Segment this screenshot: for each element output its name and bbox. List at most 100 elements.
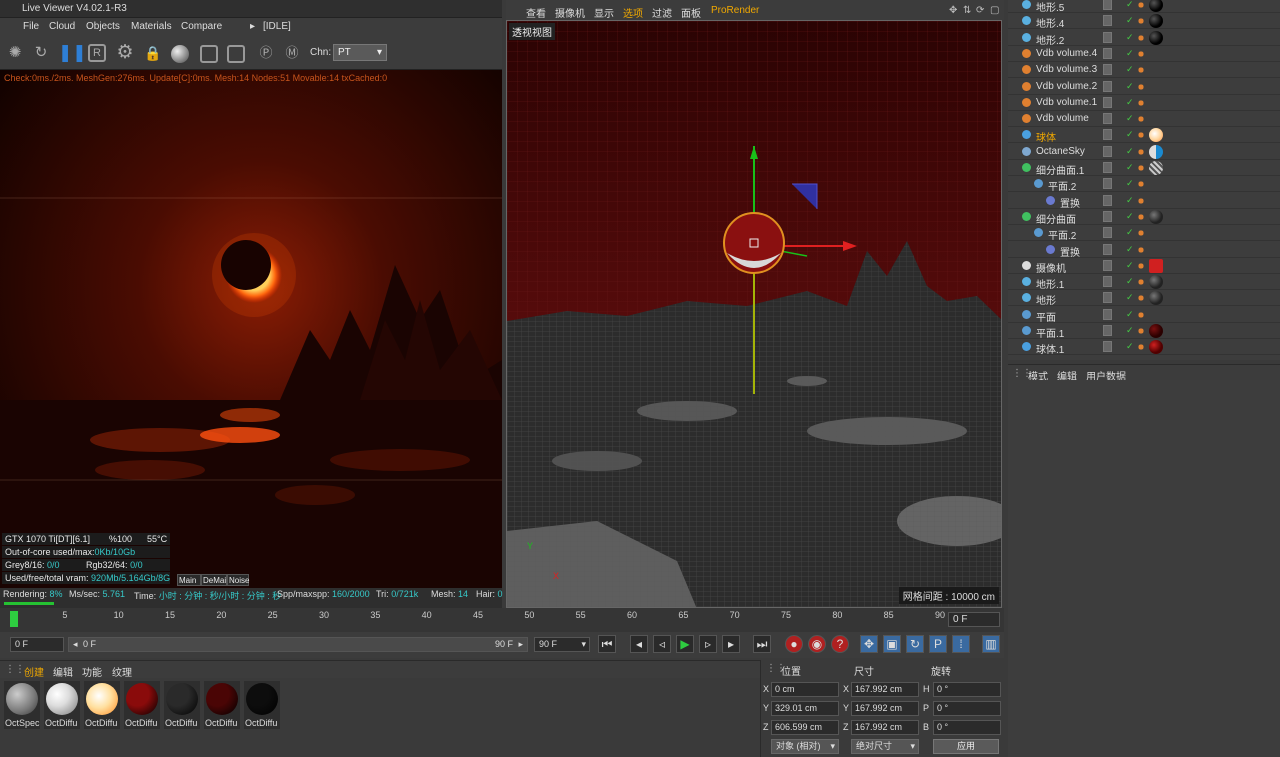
settings-gear-icon[interactable]: ⚙: [114, 42, 136, 64]
layer-tag-icon[interactable]: [1103, 80, 1112, 92]
tag-icon[interactable]: [1135, 31, 1147, 44]
rot-h-field[interactable]: 0 °: [933, 682, 1001, 697]
tag-icon[interactable]: [1135, 178, 1147, 191]
key-position-icon[interactable]: ✥: [860, 635, 878, 653]
visibility-check-icon[interactable]: ✓: [1126, 48, 1134, 59]
coord-mode-dropdown[interactable]: 对象 (相对) ▾: [771, 739, 839, 754]
visibility-check-icon[interactable]: ✓: [1126, 32, 1134, 43]
mat-tab-texture[interactable]: 纹理: [112, 664, 132, 679]
size-y-field[interactable]: 167.992 cm: [851, 701, 919, 716]
mat-grip-icon[interactable]: ⋮⋮: [5, 664, 25, 675]
object-row[interactable]: OctaneSky ✓: [1008, 144, 1280, 160]
restart-render-icon[interactable]: ↻: [30, 42, 52, 64]
mat-tab-edit[interactable]: 编辑: [53, 664, 73, 679]
tag-icon[interactable]: [1135, 325, 1147, 337]
object-row[interactable]: 细分曲面 ✓: [1008, 209, 1280, 226]
material-tag-icon[interactable]: [1149, 324, 1163, 338]
vp-maximize-icon[interactable]: ▢: [990, 5, 999, 16]
pass-noise-tab[interactable]: Noise: [227, 574, 249, 586]
pause-icon[interactable]: ❚❚: [58, 42, 87, 64]
layer-tag-icon[interactable]: [1103, 325, 1112, 336]
tag-icon[interactable]: [1135, 80, 1147, 93]
material-thumbnail[interactable]: OctDiffu: [204, 681, 240, 729]
object-row[interactable]: 摄像机 ✓: [1008, 258, 1280, 275]
layer-tag-icon[interactable]: [1103, 162, 1112, 173]
mat-tab-function[interactable]: 功能: [82, 664, 102, 679]
expand-arrow-icon[interactable]: ▸: [250, 21, 255, 32]
key-scale-icon[interactable]: ▣: [883, 635, 901, 653]
material-thumbnail[interactable]: OctDiffu: [84, 681, 120, 729]
vp-move-icon[interactable]: ✥: [949, 5, 957, 16]
object-row[interactable]: 地形.2 ✓: [1008, 30, 1280, 47]
material-tag-icon[interactable]: [1149, 275, 1163, 290]
tag-icon[interactable]: [1135, 341, 1147, 354]
octane-logo-icon[interactable]: ✺: [4, 42, 26, 64]
visibility-check-icon[interactable]: ✓: [1126, 81, 1134, 92]
visibility-check-icon[interactable]: ✓: [1126, 113, 1134, 124]
visibility-check-icon[interactable]: ✓: [1126, 325, 1134, 336]
tag-icon[interactable]: [1135, 162, 1147, 174]
visibility-check-icon[interactable]: ✓: [1126, 260, 1134, 271]
object-row[interactable]: 平面.2 ✓: [1008, 225, 1280, 242]
object-row[interactable]: Vdb volume.4 ✓: [1008, 46, 1280, 62]
material-tag-icon[interactable]: [1149, 161, 1163, 175]
pass-demain-tab[interactable]: DeMain: [201, 574, 227, 586]
material-tag-icon[interactable]: [1149, 144, 1163, 159]
tag-icon[interactable]: [1135, 227, 1147, 240]
next-key-icon[interactable]: ▸: [722, 635, 740, 653]
vp-menu-view[interactable]: 查看: [526, 5, 546, 20]
tag-icon[interactable]: [1135, 308, 1147, 321]
viewport-frame-icon[interactable]: [200, 45, 218, 63]
object-row[interactable]: Vdb volume ✓: [1008, 111, 1280, 128]
render-view[interactable]: [0, 70, 502, 588]
layer-tag-icon[interactable]: [1103, 194, 1112, 206]
tag-icon[interactable]: [1135, 276, 1147, 289]
menu-compare[interactable]: Compare: [181, 21, 222, 32]
material-thumbnail[interactable]: OctSpec: [4, 681, 40, 729]
visibility-check-icon[interactable]: ✓: [1126, 309, 1134, 320]
layer-tag-icon[interactable]: [1103, 341, 1112, 353]
material-thumbnail[interactable]: OctDiffu: [244, 681, 280, 729]
menu-objects[interactable]: Objects: [86, 21, 120, 32]
timeline-playhead[interactable]: [10, 611, 18, 627]
material-thumbnail[interactable]: OctDiffu: [44, 681, 80, 729]
key-rotation-icon[interactable]: ↻: [906, 635, 924, 653]
vp-dolly-icon[interactable]: ⇅: [963, 5, 971, 16]
menu-cloud[interactable]: Cloud: [49, 21, 75, 32]
tag-icon[interactable]: [1135, 96, 1147, 109]
object-row[interactable]: 平面.1 ✓: [1008, 323, 1280, 340]
layer-tag-icon[interactable]: [1103, 31, 1112, 43]
visibility-check-icon[interactable]: ✓: [1126, 15, 1134, 26]
tag-icon[interactable]: [1135, 259, 1147, 272]
tag-icon[interactable]: [1135, 0, 1147, 11]
vp-menu-filter[interactable]: 过滤: [652, 5, 672, 20]
vp-rotate-icon[interactable]: ⟳: [976, 5, 984, 16]
visibility-check-icon[interactable]: ✓: [1126, 0, 1134, 10]
rot-p-field[interactable]: 0 °: [933, 701, 1001, 716]
pass-main-tab[interactable]: Main: [177, 574, 201, 586]
object-row[interactable]: 地形.5 ✓: [1008, 0, 1280, 14]
compare-frame-icon[interactable]: [227, 45, 245, 63]
timeline-editor-icon[interactable]: ▥: [982, 635, 1000, 653]
tag-icon[interactable]: [1135, 64, 1147, 77]
visibility-check-icon[interactable]: ✓: [1126, 178, 1134, 189]
layer-tag-icon[interactable]: [1103, 276, 1112, 288]
object-row[interactable]: 地形.4 ✓: [1008, 13, 1280, 30]
material-tag-icon[interactable]: [1149, 291, 1163, 306]
channel-select[interactable]: PT ▾: [333, 44, 387, 61]
object-row[interactable]: Vdb volume.2 ✓: [1008, 79, 1280, 95]
visibility-check-icon[interactable]: ✓: [1126, 97, 1134, 108]
object-row[interactable]: Vdb volume.1 ✓: [1008, 95, 1280, 111]
layer-tag-icon[interactable]: [1103, 210, 1112, 222]
play-icon[interactable]: ▶: [676, 635, 694, 653]
max-frame-field[interactable]: 90 F ▾: [534, 637, 590, 652]
layer-tag-icon[interactable]: [1103, 129, 1112, 141]
vp-menu-prorender[interactable]: ProRender: [711, 5, 759, 16]
tag-icon[interactable]: [1135, 145, 1147, 158]
menu-materials[interactable]: Materials: [131, 21, 172, 32]
prev-key-icon[interactable]: ◂: [630, 635, 648, 653]
visibility-check-icon[interactable]: ✓: [1126, 292, 1134, 303]
tag-icon[interactable]: [1135, 292, 1147, 305]
material-thumbnail[interactable]: OctDiffu: [164, 681, 200, 729]
material-tag-icon[interactable]: [1149, 14, 1163, 29]
